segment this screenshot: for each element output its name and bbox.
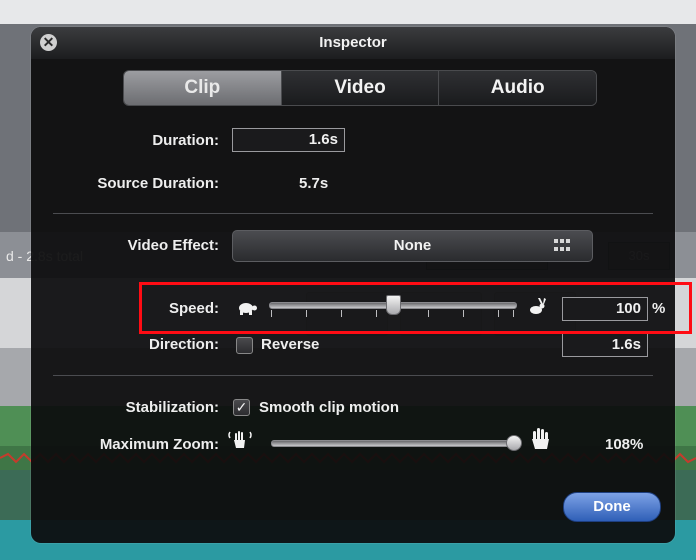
reverse-label: Reverse (261, 336, 320, 353)
speed-slider-tick (498, 310, 499, 317)
speed-slider-tick (428, 310, 429, 317)
direction-label: Direction: (148, 336, 219, 353)
zoom-slider-knob[interactable] (506, 435, 522, 451)
tab-video[interactable]: Video (280, 71, 439, 105)
speed-slider-tick (271, 310, 272, 317)
speed-field[interactable]: 100 (562, 297, 648, 321)
smooth-motion-checkbox[interactable]: ✓ (233, 399, 250, 416)
video-effect-value: None (393, 237, 432, 254)
speed-slider-tick (463, 310, 464, 317)
rabbit-icon[interactable] (527, 297, 547, 317)
tab-audio[interactable]: Audio (438, 71, 596, 105)
separator (53, 375, 653, 376)
maximum-zoom-value: 108% (605, 436, 644, 453)
duration-label: Duration: (152, 132, 219, 149)
direction-duration-field[interactable]: 1.6s (562, 333, 648, 357)
source-duration-value: 5.7s (299, 175, 329, 192)
turtle-icon[interactable] (236, 300, 258, 316)
tab-clip[interactable]: Clip (124, 71, 281, 105)
inspector-tabs: Clip Video Audio (123, 70, 597, 106)
stabilization-label: Stabilization: (125, 399, 219, 416)
inspector-window: ✕ Inspector Clip Video Audio Duration: 1… (31, 27, 675, 543)
speed-slider-knob[interactable] (386, 295, 401, 315)
grid-icon[interactable] (554, 239, 570, 253)
speed-slider-tick (513, 310, 514, 317)
speed-slider-tick (376, 310, 377, 317)
separator (53, 213, 653, 214)
reverse-checkbox[interactable] (236, 337, 253, 354)
smooth-motion-label: Smooth clip motion (259, 399, 399, 416)
zoom-slider-track[interactable] (271, 440, 521, 447)
duration-field[interactable]: 1.6s (232, 128, 345, 152)
video-effect-popup[interactable]: None (232, 230, 593, 262)
speed-unit: % (652, 300, 666, 317)
background-top-strip (0, 0, 696, 24)
speed-label: Speed: (168, 300, 219, 317)
source-duration-label: Source Duration: (97, 175, 219, 192)
speed-slider-tick (306, 310, 307, 317)
hand-small-icon[interactable] (227, 429, 253, 453)
hand-large-icon[interactable] (529, 427, 551, 451)
video-effect-label: Video Effect: (127, 237, 219, 254)
maximum-zoom-label: Maximum Zoom: (99, 436, 219, 453)
inspector-title: Inspector (319, 34, 387, 51)
speed-slider-tick (341, 310, 342, 317)
done-button[interactable]: Done (563, 492, 661, 522)
